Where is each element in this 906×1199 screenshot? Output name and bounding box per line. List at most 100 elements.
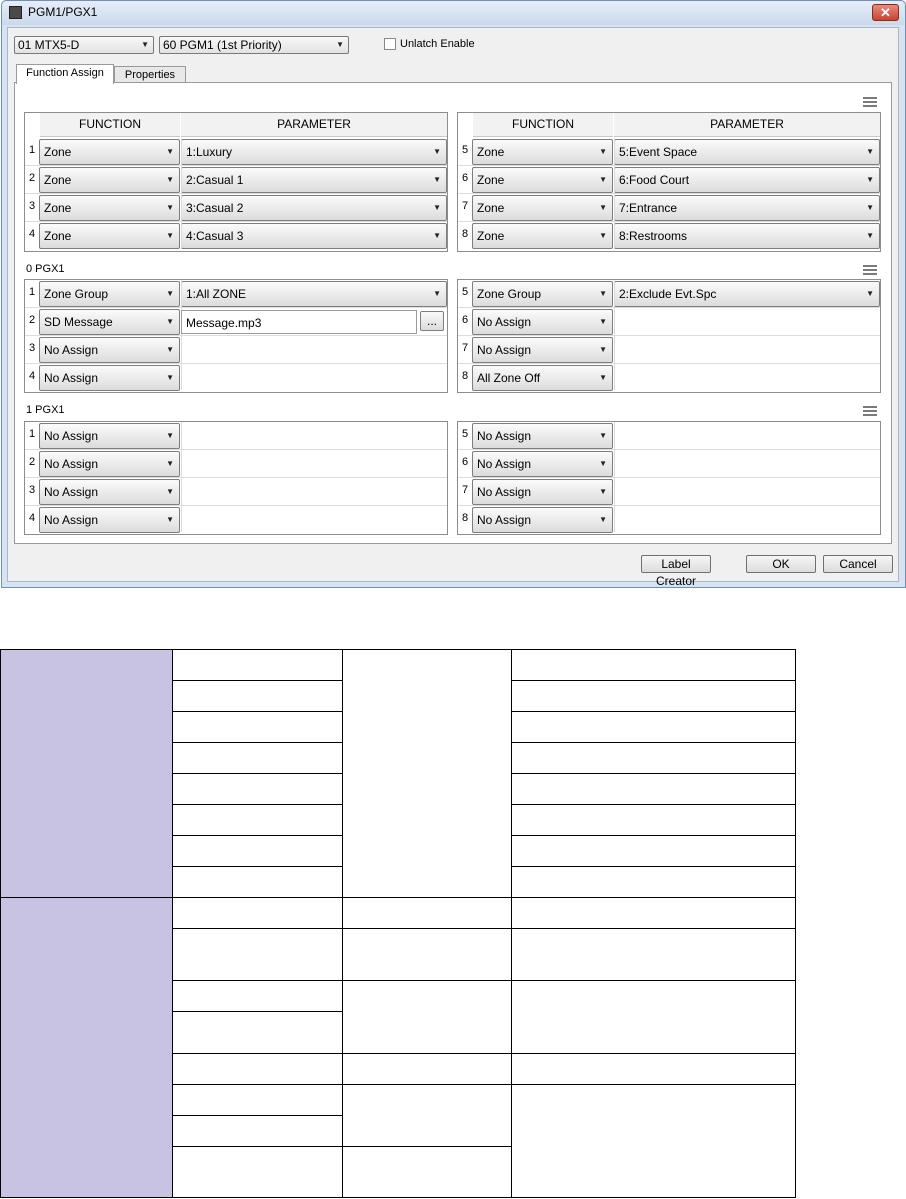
- row-number: 6: [461, 172, 469, 184]
- table-rule: [0, 1197, 796, 1198]
- function-select[interactable]: No Assign ▼: [39, 365, 180, 391]
- row-divider: [458, 477, 880, 478]
- row-number: 5: [461, 428, 469, 440]
- function-select-value: All Zone Off: [477, 371, 541, 385]
- chevron-down-icon: ▼: [599, 487, 607, 496]
- table-rule: [172, 866, 342, 867]
- parameter-select[interactable]: 6:Food Court ▼: [614, 167, 880, 193]
- parameter-select[interactable]: 7:Entrance ▼: [614, 195, 880, 221]
- parameter-select[interactable]: 2:Casual 1 ▼: [181, 167, 447, 193]
- app-icon: [9, 6, 22, 19]
- table-rule: [511, 835, 795, 836]
- parameter-select[interactable]: 1:All ZONE ▼: [181, 281, 447, 307]
- cancel-button[interactable]: Cancel: [823, 555, 893, 573]
- label-creator-button[interactable]: Label Creator: [641, 555, 711, 588]
- function-select[interactable]: Zone ▼: [39, 167, 180, 193]
- table-rule: [172, 835, 342, 836]
- tab-function-assign[interactable]: Function Assign: [16, 64, 114, 84]
- function-select[interactable]: Zone Group ▼: [472, 281, 613, 307]
- parameter-select-value: 1:Luxury: [186, 145, 233, 159]
- chevron-down-icon: ▼: [166, 345, 174, 354]
- table-rule: [172, 928, 795, 929]
- row-number: 2: [28, 456, 36, 468]
- row-number: 8: [461, 512, 469, 524]
- hamburger-menu-icon[interactable]: [863, 265, 877, 275]
- hamburger-menu-icon[interactable]: [863, 97, 877, 107]
- function-select[interactable]: Zone ▼: [472, 223, 613, 249]
- chevron-down-icon: ▼: [166, 373, 174, 382]
- row-number: 8: [461, 228, 469, 240]
- table-rule: [511, 649, 795, 650]
- hamburger-menu-icon[interactable]: [863, 406, 877, 416]
- row-divider: [25, 477, 447, 478]
- function-select[interactable]: No Assign ▼: [472, 451, 613, 477]
- chevron-down-icon: ▼: [433, 203, 441, 212]
- chevron-down-icon: ▼: [433, 147, 441, 156]
- function-select-value: No Assign: [44, 485, 99, 499]
- function-select-value: Zone Group: [44, 287, 109, 301]
- function-select[interactable]: No Assign ▼: [472, 507, 613, 533]
- function-select[interactable]: No Assign ▼: [39, 507, 180, 533]
- close-button[interactable]: ✕: [872, 4, 899, 21]
- function-select[interactable]: No Assign ▼: [472, 423, 613, 449]
- function-select[interactable]: No Assign ▼: [472, 337, 613, 363]
- function-select[interactable]: No Assign ▼: [472, 479, 613, 505]
- row-number: 6: [461, 314, 469, 326]
- chevron-down-icon: ▼: [166, 289, 174, 298]
- function-select[interactable]: No Assign ▼: [39, 479, 180, 505]
- parameter-select[interactable]: 2:Exclude Evt.Spc ▼: [614, 281, 880, 307]
- chevron-down-icon: ▼: [336, 40, 344, 49]
- pgm-combo[interactable]: 60 PGM1 (1st Priority) ▼: [159, 36, 349, 54]
- unlatch-enable-checkbox[interactable]: [384, 38, 396, 50]
- parameter-select[interactable]: 4:Casual 3 ▼: [181, 223, 447, 249]
- function-select[interactable]: Zone ▼: [472, 167, 613, 193]
- parameter-column-header: PARAMETER: [614, 113, 880, 137]
- function-select-value: SD Message: [44, 315, 113, 329]
- title-bar: [2, 1, 904, 25]
- parameter-select[interactable]: 5:Event Space ▼: [614, 139, 880, 165]
- function-select[interactable]: Zone ▼: [39, 195, 180, 221]
- chevron-down-icon: ▼: [599, 345, 607, 354]
- row-number: 3: [28, 342, 36, 354]
- function-select[interactable]: Zone Group ▼: [39, 281, 180, 307]
- function-column-header: FUNCTION: [40, 113, 180, 137]
- sd-message-file-field[interactable]: Message.mp3: [181, 310, 417, 334]
- function-select[interactable]: No Assign ▼: [472, 309, 613, 335]
- window-title: PGM1/PGX1: [28, 5, 98, 19]
- function-select[interactable]: No Assign ▼: [39, 337, 180, 363]
- table-rule: [511, 866, 795, 867]
- chevron-down-icon: ▼: [166, 175, 174, 184]
- row-number: 4: [28, 512, 36, 524]
- ok-button[interactable]: OK: [746, 555, 816, 573]
- device-combo[interactable]: 01 MTX5-D ▼: [14, 36, 154, 54]
- parameter-select[interactable]: 8:Restrooms ▼: [614, 223, 880, 249]
- column-divider: [181, 138, 182, 248]
- function-select[interactable]: No Assign ▼: [39, 423, 180, 449]
- table-rule: [172, 649, 342, 650]
- function-select-value: Zone: [44, 201, 72, 215]
- section-label-1-pgx1: 1 PGX1: [26, 404, 65, 416]
- table-rule: [172, 1053, 795, 1054]
- parameter-select-value: 1:All ZONE: [186, 287, 247, 301]
- row-number: 1: [28, 428, 36, 440]
- function-select[interactable]: Zone ▼: [39, 223, 180, 249]
- function-select[interactable]: Zone ▼: [39, 139, 180, 165]
- row-number: 4: [28, 370, 36, 382]
- unlatch-enable-label: Unlatch Enable: [400, 38, 475, 50]
- column-divider: [181, 280, 182, 390]
- parameter-select[interactable]: 3:Casual 2 ▼: [181, 195, 447, 221]
- function-select[interactable]: Zone ▼: [472, 195, 613, 221]
- function-select[interactable]: No Assign ▼: [39, 451, 180, 477]
- browse-file-button[interactable]: ...: [420, 311, 444, 331]
- function-select[interactable]: SD Message ▼: [39, 309, 180, 335]
- function-select-value: Zone: [44, 173, 72, 187]
- function-select[interactable]: All Zone Off ▼: [472, 365, 613, 391]
- column-divider: [614, 422, 615, 532]
- chevron-down-icon: ▼: [166, 317, 174, 326]
- chevron-down-icon: ▼: [866, 175, 874, 184]
- chevron-down-icon: ▼: [166, 487, 174, 496]
- parameter-select-value: 5:Event Space: [619, 145, 698, 159]
- parameter-select[interactable]: 1:Luxury ▼: [181, 139, 447, 165]
- function-select[interactable]: Zone ▼: [472, 139, 613, 165]
- row-divider: [458, 193, 880, 194]
